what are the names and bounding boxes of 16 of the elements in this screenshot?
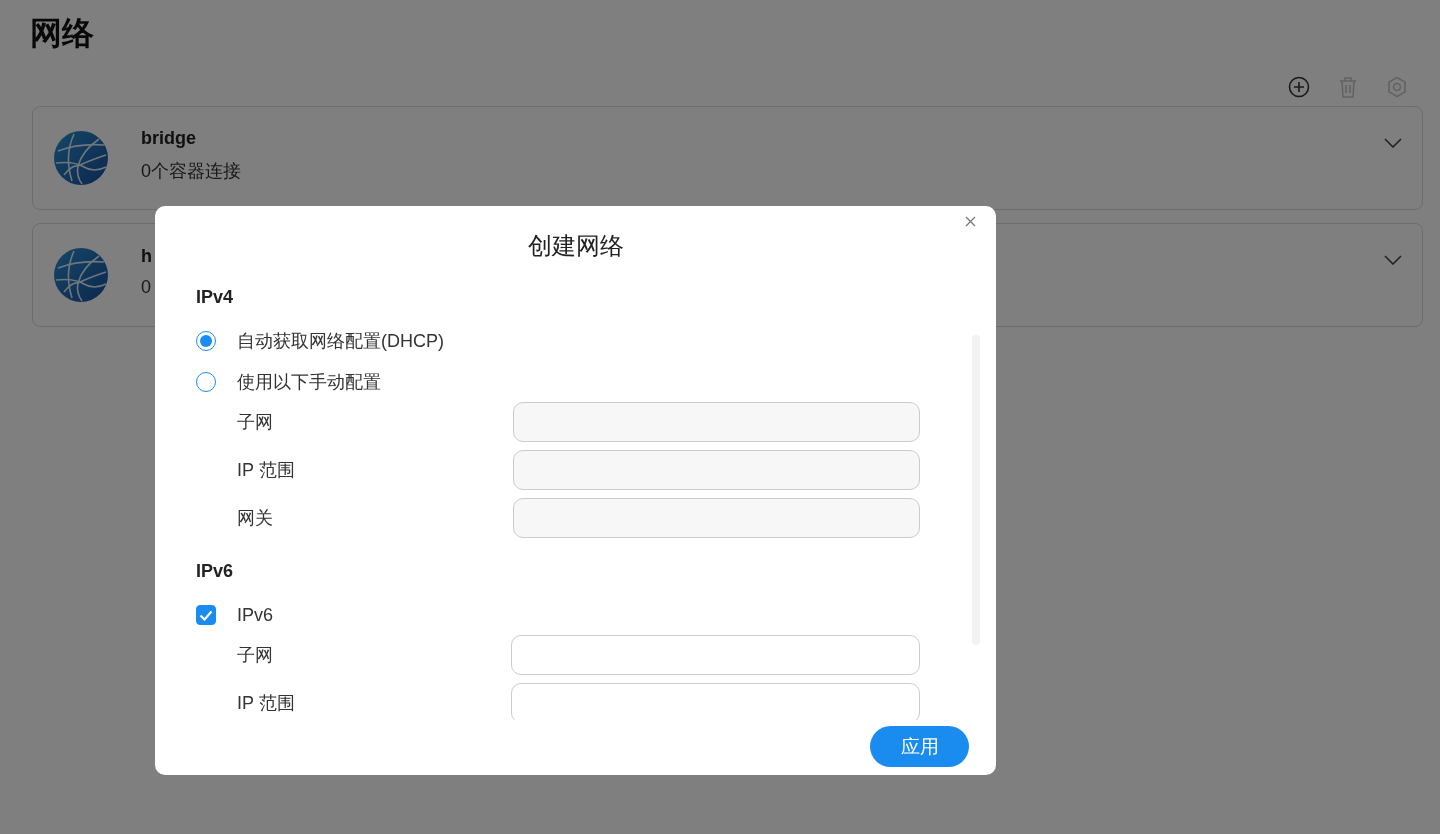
- network-subtitle: 0: [141, 277, 151, 298]
- field-label: 网关: [237, 507, 274, 530]
- option-label: IPv6: [237, 604, 274, 626]
- field-label: 子网: [237, 644, 274, 667]
- option-label: 自动获取网络配置(DHCP): [237, 330, 444, 353]
- section-heading: IPv6: [196, 560, 235, 582]
- dialog-title: 创建网络: [526, 231, 625, 261]
- field-label: IP 范围: [237, 459, 296, 482]
- page-title: 网络: [30, 14, 95, 52]
- network-name: bridge: [141, 127, 196, 149]
- network-name: h: [141, 246, 152, 267]
- field-label: 子网: [237, 411, 274, 434]
- section-heading: IPv4: [196, 286, 235, 308]
- network-subtitle: 0个容器连接: [141, 159, 241, 183]
- field-label: IP 范围: [237, 692, 296, 715]
- option-label: 使用以下手动配置: [237, 371, 381, 394]
